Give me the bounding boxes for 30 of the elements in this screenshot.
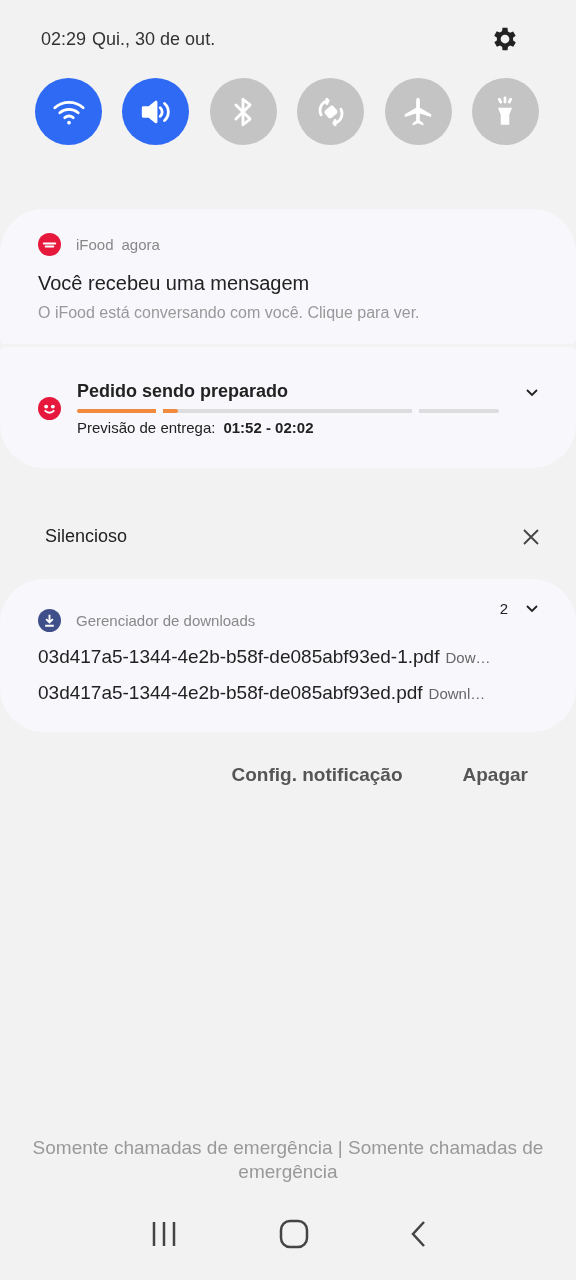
date-text: Qui., 30 de out. — [92, 28, 216, 50]
download-status: Dow… — [445, 649, 491, 666]
eta-label: Previsão de entrega: — [77, 419, 216, 436]
download-icon — [38, 609, 61, 632]
clock-time: 02:29 — [41, 28, 87, 50]
notification-card[interactable]: Gerenciador de downloads 2 03d417a5-1344-4e2b-b58f-de085abf93ed-1.pdf Dow… 03d417a5-1344-4e2b-b58f-de085abf93ed.pdf Downl… — [0, 579, 576, 732]
notification-time: agora — [121, 236, 160, 253]
action-button[interactable]: Apagar — [462, 764, 528, 786]
file-name: 03d417a5-1344-4e2b-b58f-de085abf93ed.pdf — [38, 682, 423, 704]
notification-title: Pedido sendo preparado — [77, 381, 290, 402]
expand-chevron-icon[interactable] — [526, 389, 538, 397]
app-name: iFood — [76, 236, 114, 253]
app-name: Gerenciador de downloads — [76, 612, 256, 629]
home-icon[interactable] — [279, 1219, 309, 1249]
notification-card[interactable]: Pedido sendo preparado Previsão de entrega: 01:52 - 02:02 — [0, 347, 576, 468]
file-name: 03d417a5-1344-4e2b-b58f-de085abf93ed-1.pdf — [38, 646, 440, 668]
app-logo-icon — [38, 233, 61, 256]
emergency-text: Somente chamadas de emergência | Somente chamadas de emergência — [31, 1136, 545, 1184]
download-status: Downl… — [428, 685, 486, 702]
notification-title: Você recebeu uma mensagem — [38, 272, 311, 295]
eta-time: 01:52 - 02:02 — [223, 419, 314, 436]
notification-count: 2 — [499, 600, 508, 617]
notification-card[interactable]: iFood agora Você recebeu uma mensagem O iFood está conversando com você. Clique para ver. — [0, 209, 576, 344]
expand-chevron-icon[interactable] — [526, 604, 538, 613]
close-icon[interactable] — [523, 528, 539, 545]
section-title: Silencioso — [45, 526, 128, 547]
notification-text: O iFood está conversando com você. Clique para ver. — [38, 304, 421, 322]
back-icon[interactable] — [409, 1220, 426, 1248]
smiley-icon — [38, 397, 61, 420]
action-button[interactable]: Config. notificação — [231, 764, 403, 786]
